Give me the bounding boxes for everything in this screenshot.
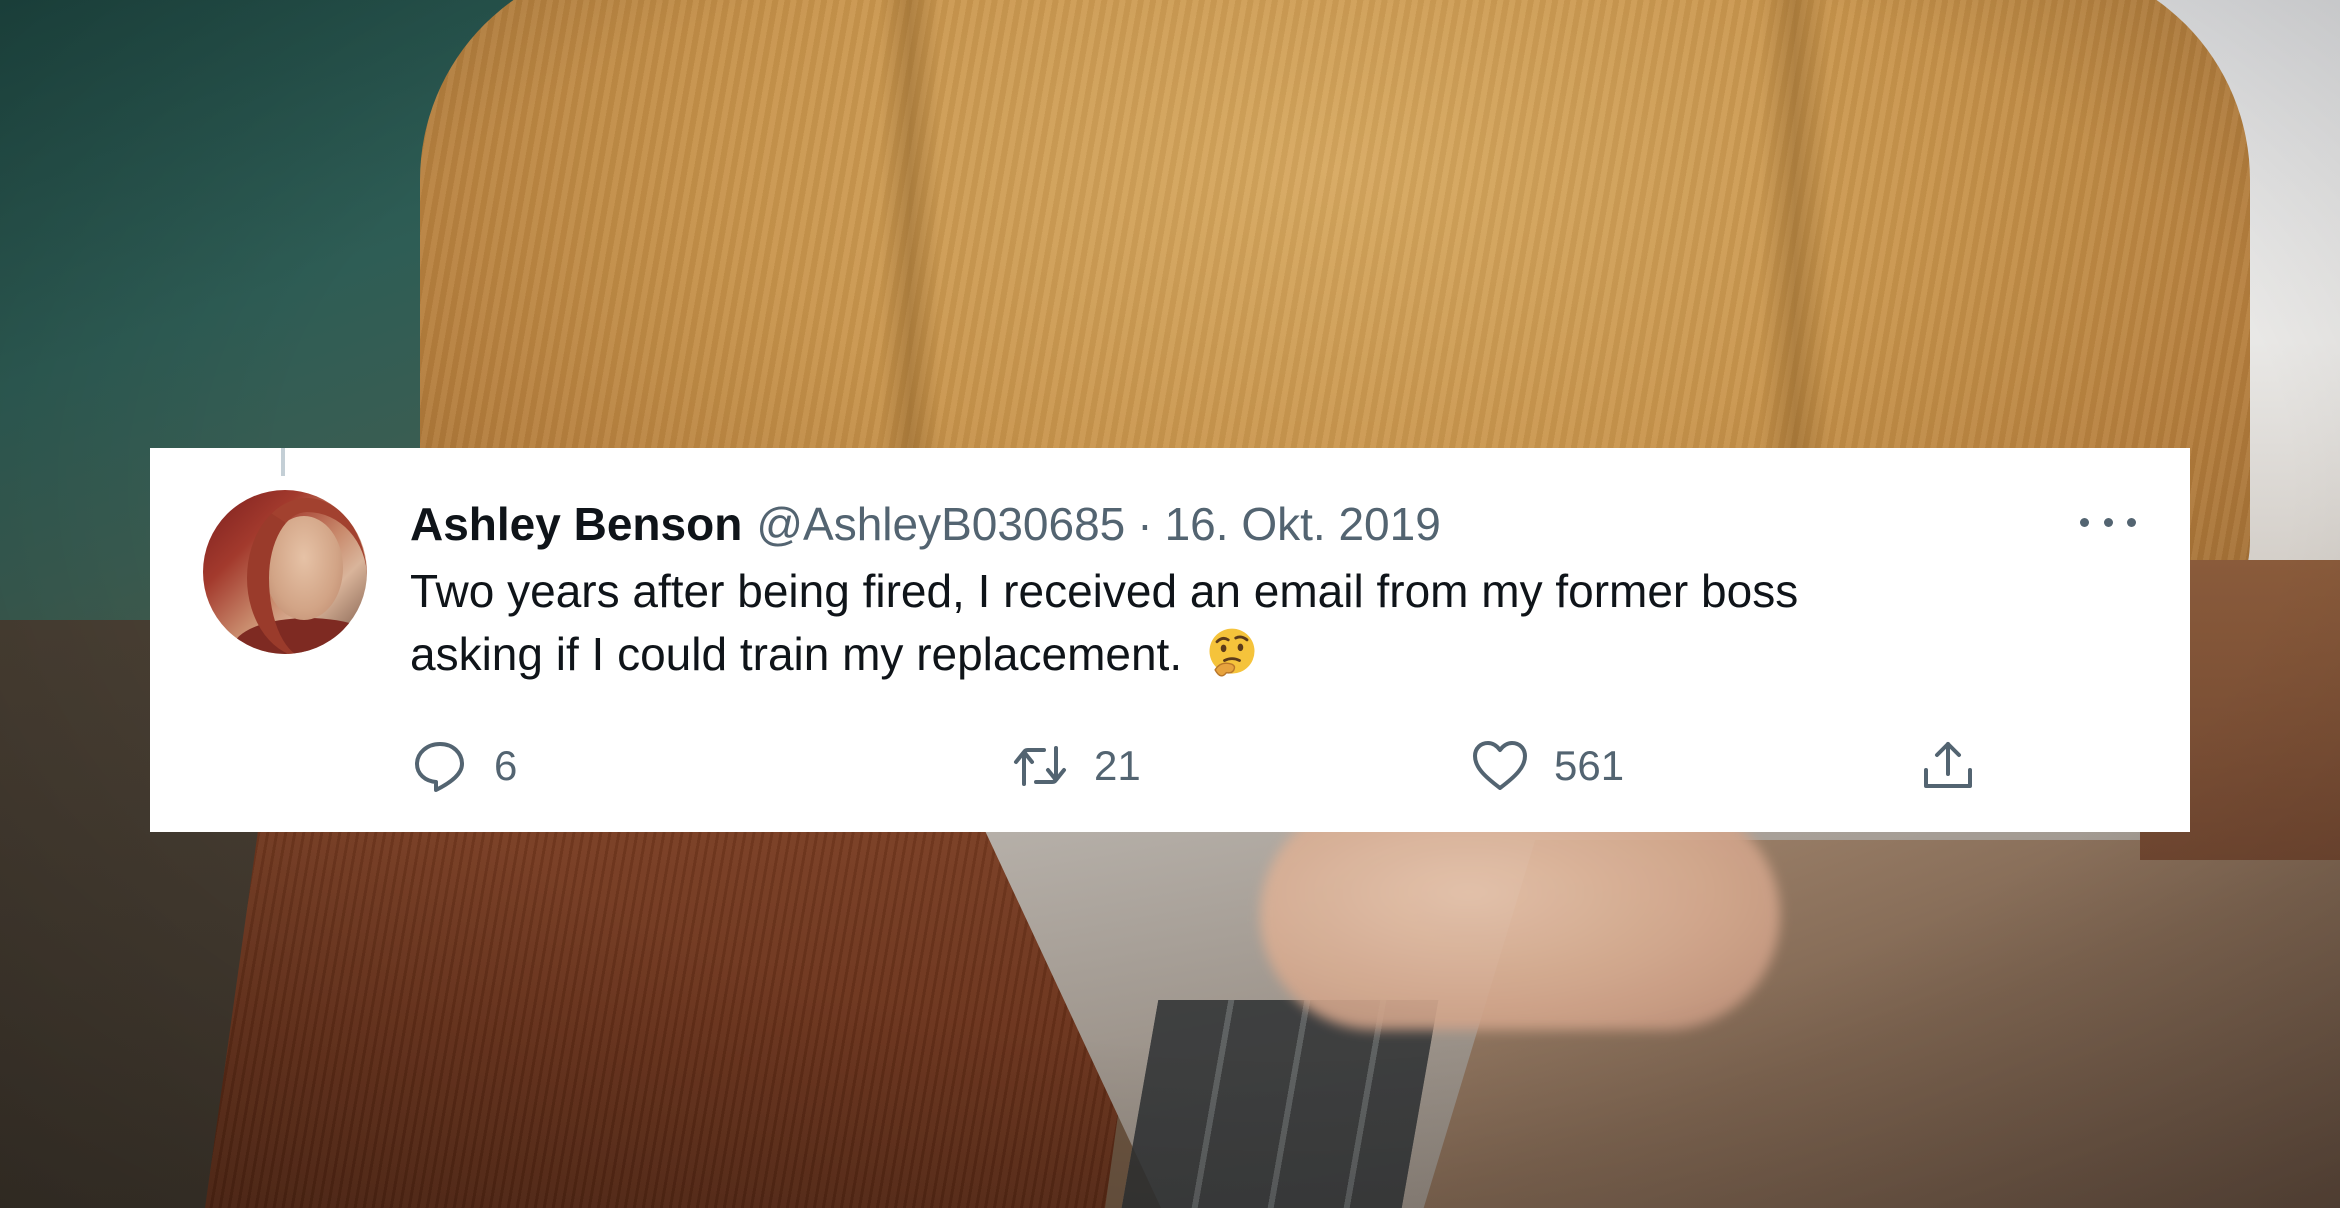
tweet-text-line: asking if I could train my replacement. bbox=[410, 628, 1183, 680]
retweet-count: 21 bbox=[1094, 742, 1141, 789]
more-dot bbox=[2103, 517, 2113, 527]
reply-icon bbox=[415, 742, 464, 792]
separator-dot: · bbox=[1137, 498, 1153, 550]
user-handle[interactable]: @AshleyB030685 bbox=[756, 496, 1125, 552]
like-count: 561 bbox=[1554, 742, 1625, 789]
retweet-button[interactable]: 21 bbox=[1010, 734, 1141, 798]
like-button[interactable]: 561 bbox=[1470, 734, 1624, 798]
retweet-icon bbox=[1014, 746, 1066, 786]
tweet-date[interactable]: 16. Okt. 2019 bbox=[1165, 496, 1441, 552]
avatar[interactable] bbox=[203, 490, 367, 654]
reply-button[interactable]: 6 bbox=[410, 734, 517, 798]
tweet-text: Two years after being fired, I received … bbox=[410, 560, 2130, 686]
heart-icon bbox=[1473, 741, 1527, 790]
avatar-hair bbox=[247, 498, 367, 654]
tweet-text-line-2: asking if I could train my replacement. bbox=[410, 623, 2130, 686]
thinking-face-icon bbox=[1209, 628, 1255, 677]
tweet-header: Ashley Benson @AshleyB030685 · 16. Okt. … bbox=[410, 496, 1441, 552]
share-button[interactable] bbox=[1918, 734, 1978, 798]
more-dot bbox=[2127, 517, 2136, 527]
more-dot bbox=[2080, 517, 2089, 527]
reply-count: 6 bbox=[494, 742, 518, 789]
thread-line bbox=[281, 448, 285, 476]
more-options-icon[interactable] bbox=[2080, 510, 2136, 534]
tweet-text-line: Two years after being fired, I received … bbox=[410, 565, 1799, 617]
tweet-card[interactable]: Ashley Benson @AshleyB030685 · 16. Okt. … bbox=[150, 448, 2190, 832]
share-icon bbox=[1924, 742, 1972, 788]
tweet-actions: 6 21 561 bbox=[410, 734, 2110, 798]
display-name[interactable]: Ashley Benson bbox=[410, 496, 742, 552]
